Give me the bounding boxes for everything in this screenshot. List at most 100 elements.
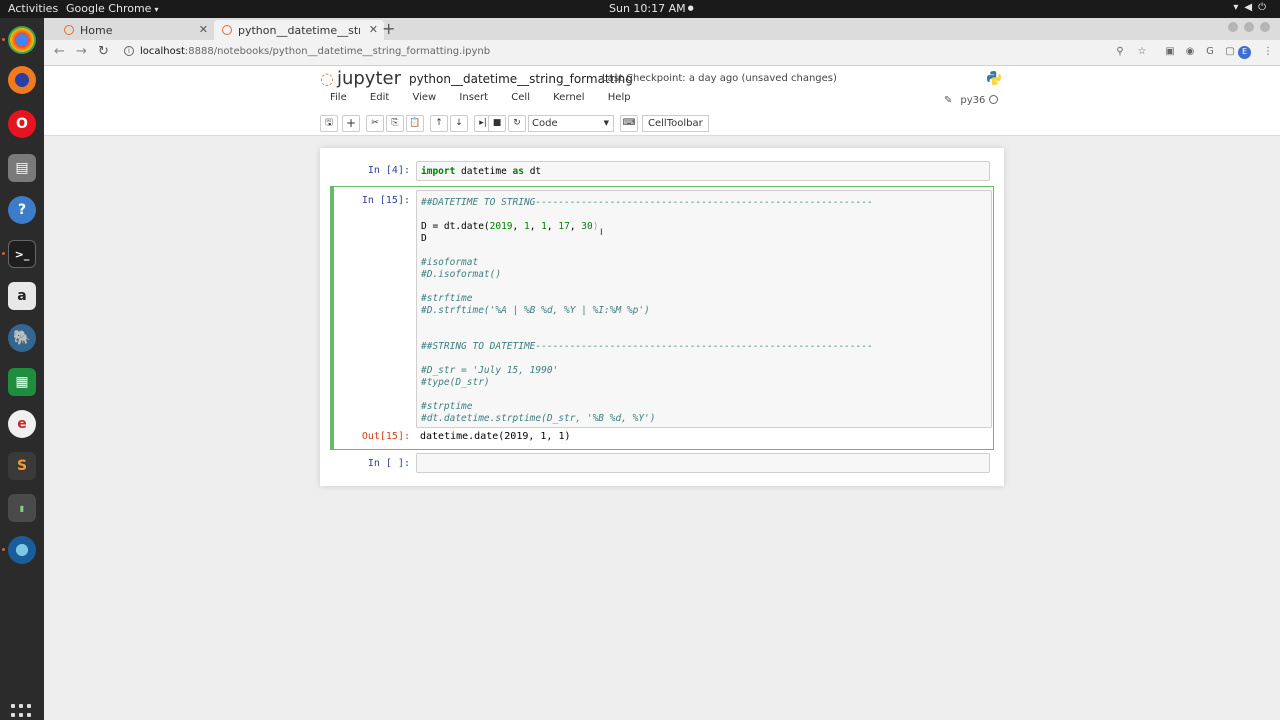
notification-dot-icon: ● [687,4,694,12]
notebook-name[interactable]: python__datetime__string_formatting [409,72,633,86]
cut-button[interactable]: ✂ [366,115,384,132]
dock: O ▤ ? >_ a 🐘 ▦ e S ▮ [0,18,44,720]
copy-button[interactable]: ⎘ [386,115,404,132]
minimize-button[interactable] [1228,22,1238,32]
menu-help[interactable]: Help [608,92,631,103]
ebook-icon[interactable]: e [8,410,36,438]
insert-cell-button[interactable]: + [342,115,360,132]
close-icon[interactable]: ✕ [199,23,208,36]
code-cell[interactable]: In [4]: import datetime as dt [330,160,994,182]
menu-insert[interactable]: Insert [459,92,488,103]
notes-icon[interactable]: ▮ [8,494,36,522]
globe-icon[interactable] [8,536,36,564]
firefox-icon[interactable] [8,66,36,94]
restart-button[interactable]: ↻ [508,115,526,132]
maximize-button[interactable] [1244,22,1254,32]
extension-off-icon[interactable]: ▣ [1164,46,1176,58]
notebook-container: In [4]: import datetime as dt In [15]: #… [320,148,1004,486]
wifi-icon: ▾ [1233,2,1245,13]
system-top-bar: Activities Google Chrome ▾ Sun 10:17 AM ● … [0,0,1280,18]
code-cell-selected[interactable]: In [15]: ##DATETIME TO STRING-----------… [330,186,994,450]
paste-button[interactable]: 📋 [406,115,424,132]
interrupt-button[interactable]: ■ [488,115,506,132]
keyboard-shortcuts-button[interactable]: ⌨ [620,115,638,132]
url-path: :8888/notebooks/python__datetime__string… [184,46,491,57]
jupyter-favicon-icon [64,25,74,35]
extension-icon[interactable]: ◉ [1184,46,1196,58]
chevron-down-icon: ▼ [603,119,609,127]
cell-output: datetime.date(2019, 1, 1) [420,431,571,442]
files-icon[interactable]: ▤ [8,154,36,182]
spreadsheet-icon[interactable]: ▦ [8,368,36,396]
code-text: D = dt.date( [421,221,490,232]
app-menu[interactable]: Google Chrome ▾ [66,2,158,15]
kernel-name[interactable]: py36 [960,95,985,106]
move-up-button[interactable]: ↑ [430,115,448,132]
url-host: localhost [140,46,185,57]
code-cell[interactable]: In [ ]: [330,452,994,476]
code-comment: #strptime [421,401,473,412]
forward-button[interactable]: → [76,44,87,59]
new-tab-button[interactable]: + [382,19,395,38]
opera-icon[interactable]: O [8,110,36,138]
code-comment: #isoformat [421,257,479,268]
chrome-icon[interactable] [8,26,36,54]
system-tray[interactable]: ▾◀⏻ [1233,2,1272,13]
close-icon[interactable]: ✕ [369,23,378,36]
extension-icon[interactable]: ▢ [1224,46,1236,58]
profile-avatar[interactable]: E [1238,46,1251,59]
code-editor[interactable]: ##DATETIME TO STRING--------------------… [416,190,992,428]
code-number: 17 [558,221,570,232]
menu-cell[interactable]: Cell [511,92,530,103]
cell-type-value: Code [532,118,558,129]
code-text: , [512,221,524,232]
sublime-icon[interactable]: S [8,452,36,480]
tab-label: Home [80,23,113,37]
clock-label: Sun 10:17 AM [609,2,686,15]
move-down-button[interactable]: ↓ [450,115,468,132]
edit-mode-pencil-icon: ✎ [944,95,953,106]
menu-kebab-icon[interactable]: ⋮ [1262,46,1274,58]
url-field[interactable]: localhost:8888/notebooks/python__datetim… [140,46,490,57]
info-icon[interactable]: i [124,46,134,56]
menu-view[interactable]: View [412,92,436,103]
code-comment: #strftime [421,293,473,304]
reload-button[interactable]: ↻ [98,44,109,59]
code-text: dt [523,166,542,177]
menu-kernel[interactable]: Kernel [553,92,584,103]
save-button[interactable]: 🖫 [320,115,338,132]
app-menu-label: Google Chrome [66,2,152,15]
postgres-icon[interactable]: 🐘 [8,324,36,352]
code-comment: #D.strftime('%A | %B %d, %Y | %I:%M %p') [421,305,650,316]
tab-notebook[interactable]: python__datetime__string_formatting ✕ [214,20,384,40]
celltoolbar-button[interactable]: CellToolbar [642,115,709,132]
bookmark-star-icon[interactable]: ☆ [1136,46,1148,58]
jupyter-logo[interactable]: ◌ jupyter [320,68,401,89]
volume-icon: ◀ [1244,2,1259,13]
code-text: , [569,221,582,232]
close-window-button[interactable] [1260,22,1270,32]
extension-g-icon[interactable]: G [1204,46,1216,58]
show-applications-icon[interactable] [11,704,33,720]
code-editor[interactable] [416,453,990,473]
menu-edit[interactable]: Edit [370,92,389,103]
code-text: datetime [455,166,513,177]
cell-type-select[interactable]: Code ▼ [528,115,614,132]
menu-file[interactable]: File [330,92,347,103]
activities-button[interactable]: Activities [8,2,58,15]
input-prompt: In [ ]: [367,458,410,469]
kernel-indicator-area: ✎ py36 [944,95,999,106]
clock[interactable]: Sun 10:17 AM ● [609,2,694,15]
tab-home[interactable]: Home ✕ [58,20,214,40]
code-comment: #D.isoformat() [421,269,502,280]
code-number: 2019 [489,221,513,232]
terminal-icon[interactable]: >_ [8,240,36,268]
code-editor[interactable]: import datetime as dt [416,161,990,181]
tab-label: python__datetime__string_formatting [238,23,360,37]
back-button[interactable]: ← [54,44,65,59]
help-icon[interactable]: ? [8,196,36,224]
zoom-icon[interactable]: ⚲ [1114,46,1126,58]
amazon-icon[interactable]: a [8,282,36,310]
python-logo-icon [987,71,1001,85]
code-text: , [546,221,559,232]
